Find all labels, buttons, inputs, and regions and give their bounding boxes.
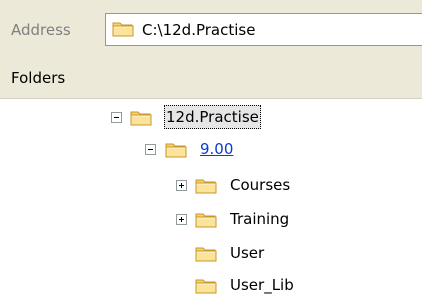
folder-open-icon — [165, 141, 187, 159]
folders-pane-header: Folders — [0, 49, 422, 99]
tree-node-12d-practise[interactable]: 12d.Practise — [0, 105, 422, 131]
tree-node-label[interactable]: Courses — [228, 173, 292, 197]
tree-node-user[interactable]: User — [0, 241, 422, 267]
expand-plus-icon[interactable] — [176, 180, 187, 191]
collapse-minus-icon[interactable] — [111, 112, 122, 123]
address-path: C:\12d.Practise — [142, 21, 256, 39]
address-input[interactable]: C:\12d.Practise — [105, 13, 422, 46]
tree-node-label[interactable]: 12d.Practise — [164, 105, 261, 129]
expand-plus-icon[interactable] — [176, 214, 187, 225]
tree-node-user-lib[interactable]: User_Lib — [0, 273, 422, 299]
tree-node-label[interactable]: Training — [228, 207, 291, 231]
folder-tree: 12d.Practise 9.00 Courses Training User — [0, 99, 422, 301]
collapse-minus-icon[interactable] — [145, 144, 156, 155]
tree-node-label[interactable]: User_Lib — [228, 273, 296, 297]
folder-icon — [195, 277, 217, 295]
tree-node-9-00[interactable]: 9.00 — [0, 137, 422, 163]
address-bar: Address C:\12d.Practise — [0, 0, 422, 49]
address-label: Address — [11, 21, 71, 39]
tree-node-label[interactable]: 9.00 — [198, 137, 235, 161]
folders-pane-title: Folders — [11, 69, 66, 87]
tree-node-courses[interactable]: Courses — [0, 173, 422, 199]
explorer-window: Address C:\12d.Practise Folders 12d.Prac… — [0, 0, 422, 301]
folder-icon — [112, 20, 134, 38]
folder-icon — [195, 245, 217, 263]
tree-node-label[interactable]: User — [228, 241, 266, 265]
folder-open-icon — [130, 109, 152, 127]
tree-node-training[interactable]: Training — [0, 207, 422, 233]
folder-icon — [195, 211, 217, 229]
folder-icon — [195, 177, 217, 195]
